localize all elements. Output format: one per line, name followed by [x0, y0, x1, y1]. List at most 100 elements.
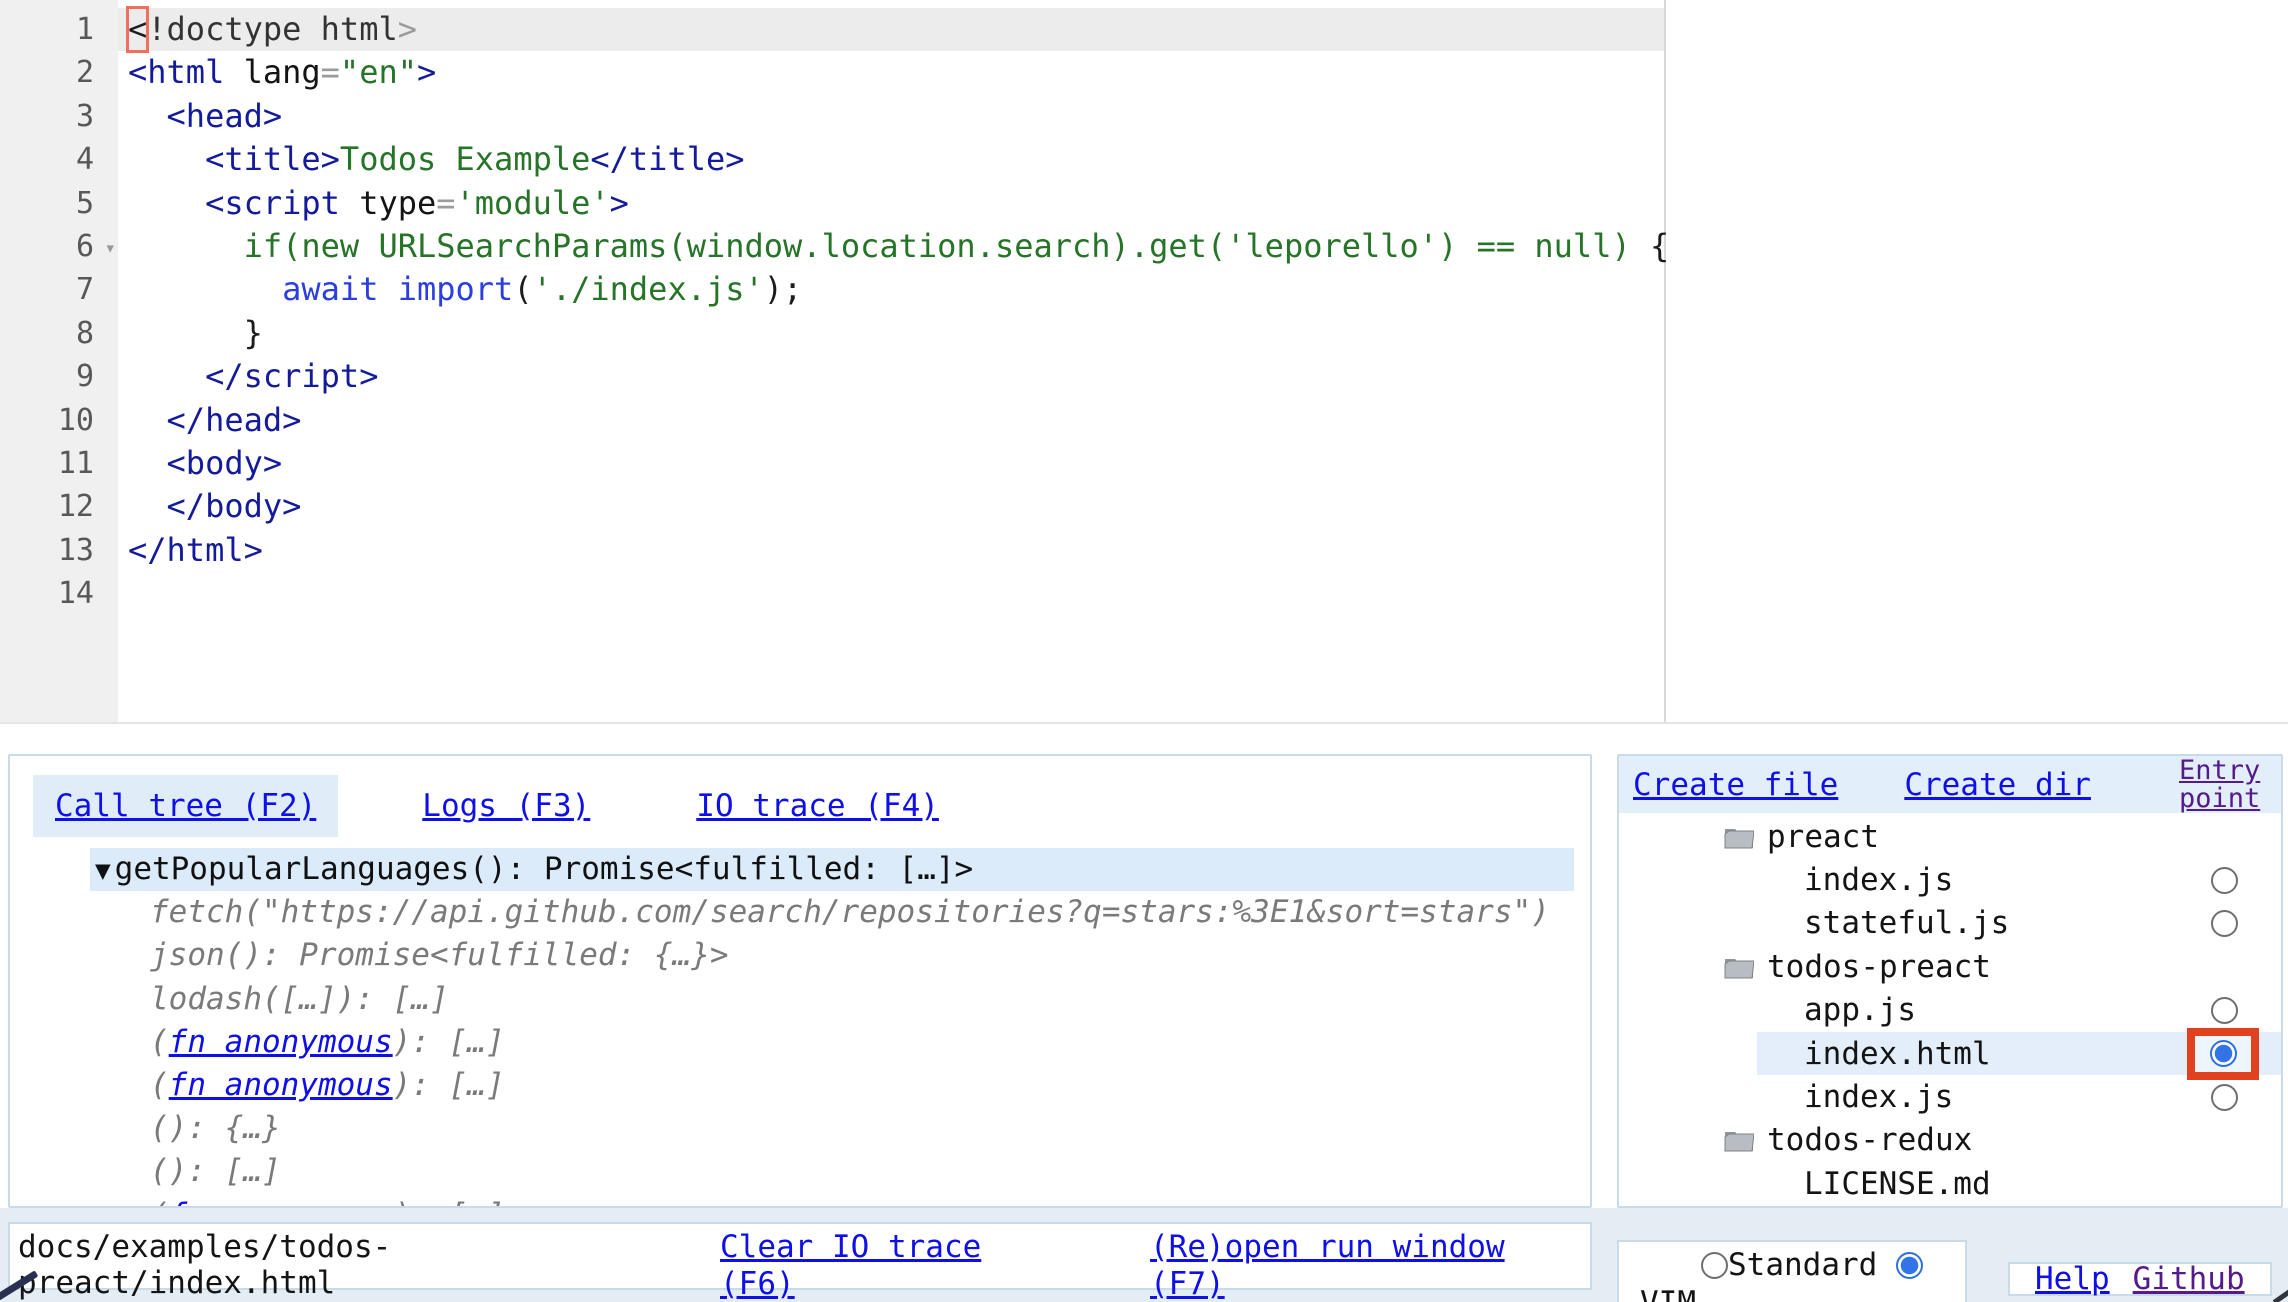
file-name: app.js — [1804, 992, 1916, 1028]
line-number: 12 — [0, 485, 118, 528]
folder-icon — [1724, 1127, 1754, 1153]
line-number: 8 — [0, 312, 118, 355]
code-line: </body> — [128, 485, 1664, 528]
tree-row-file-selected[interactable]: index.html — [1757, 1032, 2281, 1075]
tab-call-tree[interactable]: Call tree (F2) — [33, 775, 338, 837]
tab-io-trace[interactable]: IO trace (F4) — [674, 775, 961, 837]
folder-icon — [1724, 824, 1754, 850]
keymap-vim-radio[interactable] — [1896, 1252, 1923, 1279]
call-tree-row[interactable]: fetch("https://api.github.com/search/rep… — [10, 891, 1590, 934]
folder-name: preact — [1767, 819, 1879, 855]
folder-name: todos-preact — [1767, 949, 1991, 985]
folder-name: todos-redux — [1767, 1122, 1972, 1158]
code-editor[interactable]: 1 2 3 4 5 6▾ 7 8 9 10 11 12 13 14 <!doct… — [0, 0, 1666, 722]
code-area[interactable]: <!doctype html> <html lang="en"> <head> … — [118, 0, 1664, 615]
code-line: </html> — [128, 529, 1664, 572]
vim-block-cursor: < — [128, 8, 147, 51]
file-name: index.html — [1804, 1036, 1991, 1072]
code-line: </head> — [128, 399, 1664, 442]
code-line: <html lang="en"> — [128, 51, 1664, 94]
reopen-run-window-link[interactable]: (Re)open run window (F7) — [1150, 1229, 1545, 1302]
help-link[interactable]: Help — [2035, 1261, 2110, 1297]
code-line: await import('./index.js'); — [128, 268, 1664, 311]
file-name: index.js — [1804, 1079, 1953, 1115]
line-number: 10 — [0, 399, 118, 442]
tree-row-folder[interactable]: todos-preact — [1619, 945, 2281, 988]
tab-logs[interactable]: Logs (F3) — [400, 775, 612, 837]
tree-row-file[interactable]: index.js — [1619, 1075, 2281, 1118]
tree-row-folder[interactable]: todos-redux — [1619, 1119, 2281, 1162]
tree-row-file[interactable]: app.js — [1619, 989, 2281, 1032]
fn-anonymous-link[interactable]: fn anonymous — [169, 1197, 393, 1209]
line-number: 7 — [0, 268, 118, 311]
keymap-vim-label: VIM — [1640, 1285, 1696, 1302]
github-link[interactable]: Github — [2133, 1261, 2245, 1297]
line-number: 2 — [0, 51, 118, 94]
entry-point-radio[interactable] — [2211, 1084, 2238, 1111]
entry-point-link[interactable]: Entry point — [2179, 757, 2271, 813]
entry-point-radio-checked[interactable] — [2210, 1040, 2237, 1067]
line-number: 3 — [0, 95, 118, 138]
call-tree-row[interactable]: (fn anonymous): […] — [10, 1064, 1590, 1107]
call-tree-row[interactable]: json(): Promise<fulfilled: {…}> — [10, 934, 1590, 977]
keymap-standard-label: Standard — [1728, 1247, 1877, 1283]
entry-point-marker — [2187, 1028, 2259, 1080]
call-tree: ▼getPopularLanguages(): Promise<fulfille… — [10, 848, 1590, 1208]
help-links: Help Github — [2008, 1262, 2272, 1296]
line-number: 4 — [0, 138, 118, 181]
tree-row-folder[interactable]: preact — [1619, 815, 2281, 858]
file-name: index.js — [1804, 862, 1953, 898]
tree-row-file[interactable]: index.js — [1619, 858, 2281, 901]
fn-anonymous-link[interactable]: fn anonymous — [169, 1024, 393, 1060]
code-line: <script type='module'> — [128, 182, 1664, 225]
code-line: </script> — [128, 355, 1664, 398]
panel-tabs: Call tree (F2) Logs (F3) IO trace (F4) — [33, 775, 961, 837]
clear-io-trace-link[interactable]: Clear IO trace (F6) — [720, 1229, 1020, 1302]
line-number: 13 — [0, 529, 118, 572]
call-tree-row[interactable]: lodash([…]): […] — [10, 978, 1590, 1021]
file-tree: preact index.js stateful.js todos-preact… — [1619, 815, 2281, 1206]
code-line: if(new URLSearchParams(window.location.s… — [128, 225, 1664, 268]
entry-point-radio[interactable] — [2211, 867, 2238, 894]
create-dir-link[interactable]: Create dir — [1904, 767, 2091, 803]
line-number: 14 — [0, 572, 118, 615]
file-panel-header: Create file Create dir Entry point — [1619, 756, 2281, 813]
call-tree-panel: Call tree (F2) Logs (F3) IO trace (F4) ▼… — [8, 754, 1592, 1208]
keymap-switcher: Standard VIM — [1617, 1240, 1967, 1302]
call-tree-row[interactable]: (): {…} — [10, 1107, 1590, 1150]
call-tree-row[interactable]: (fn anonymous): […] — [10, 1021, 1590, 1064]
line-number: 6▾ — [0, 225, 118, 268]
tree-row-file[interactable]: LICENSE.md — [1619, 1162, 2281, 1205]
tree-row-file[interactable]: stateful.js — [1619, 902, 2281, 945]
fold-arrow-icon[interactable]: ▾ — [105, 227, 116, 270]
call-tree-row[interactable]: (fn anonymous): […] — [10, 1194, 1590, 1209]
code-line: <title>Todos Example</title> — [128, 138, 1664, 181]
folder-icon — [1724, 954, 1754, 980]
code-line: <!doctype html> — [128, 8, 1664, 51]
file-name: LICENSE.md — [1804, 1166, 1991, 1202]
entry-point-radio[interactable] — [2211, 997, 2238, 1024]
code-line: <head> — [128, 95, 1664, 138]
line-number: 11 — [0, 442, 118, 485]
fn-anonymous-link[interactable]: fn anonymous — [169, 1067, 393, 1103]
line-number: 9 — [0, 355, 118, 398]
leporello-app: 1 2 3 4 5 6▾ 7 8 9 10 11 12 13 14 <!doct… — [0, 0, 2288, 1302]
entry-point-radio[interactable] — [2211, 910, 2238, 937]
editor-gutter: 1 2 3 4 5 6▾ 7 8 9 10 11 12 13 14 — [0, 0, 118, 722]
line-number: 1 — [0, 8, 118, 51]
current-file-path: docs/examples/todos-preact/index.html — [18, 1229, 418, 1301]
keymap-standard-radio[interactable] — [1701, 1252, 1728, 1279]
file-name: stateful.js — [1804, 905, 2009, 941]
call-tree-row[interactable]: (): […] — [10, 1150, 1590, 1193]
create-file-link[interactable]: Create file — [1633, 767, 1838, 803]
code-line — [128, 572, 1664, 615]
code-line: <body> — [128, 442, 1664, 485]
line-number: 5 — [0, 182, 118, 225]
code-line: } — [128, 312, 1664, 355]
editor-strip: 1 2 3 4 5 6▾ 7 8 9 10 11 12 13 14 <!doct… — [0, 0, 2288, 724]
call-tree-row[interactable]: ▼getPopularLanguages(): Promise<fulfille… — [90, 848, 1574, 891]
status-bar-main: docs/examples/todos-preact/index.html Cl… — [8, 1222, 1592, 1290]
expand-arrow-icon[interactable]: ▼ — [95, 856, 115, 886]
file-panel: Create file Create dir Entry point preac… — [1617, 754, 2283, 1208]
status-bar: docs/examples/todos-preact/index.html Cl… — [0, 1208, 2288, 1302]
